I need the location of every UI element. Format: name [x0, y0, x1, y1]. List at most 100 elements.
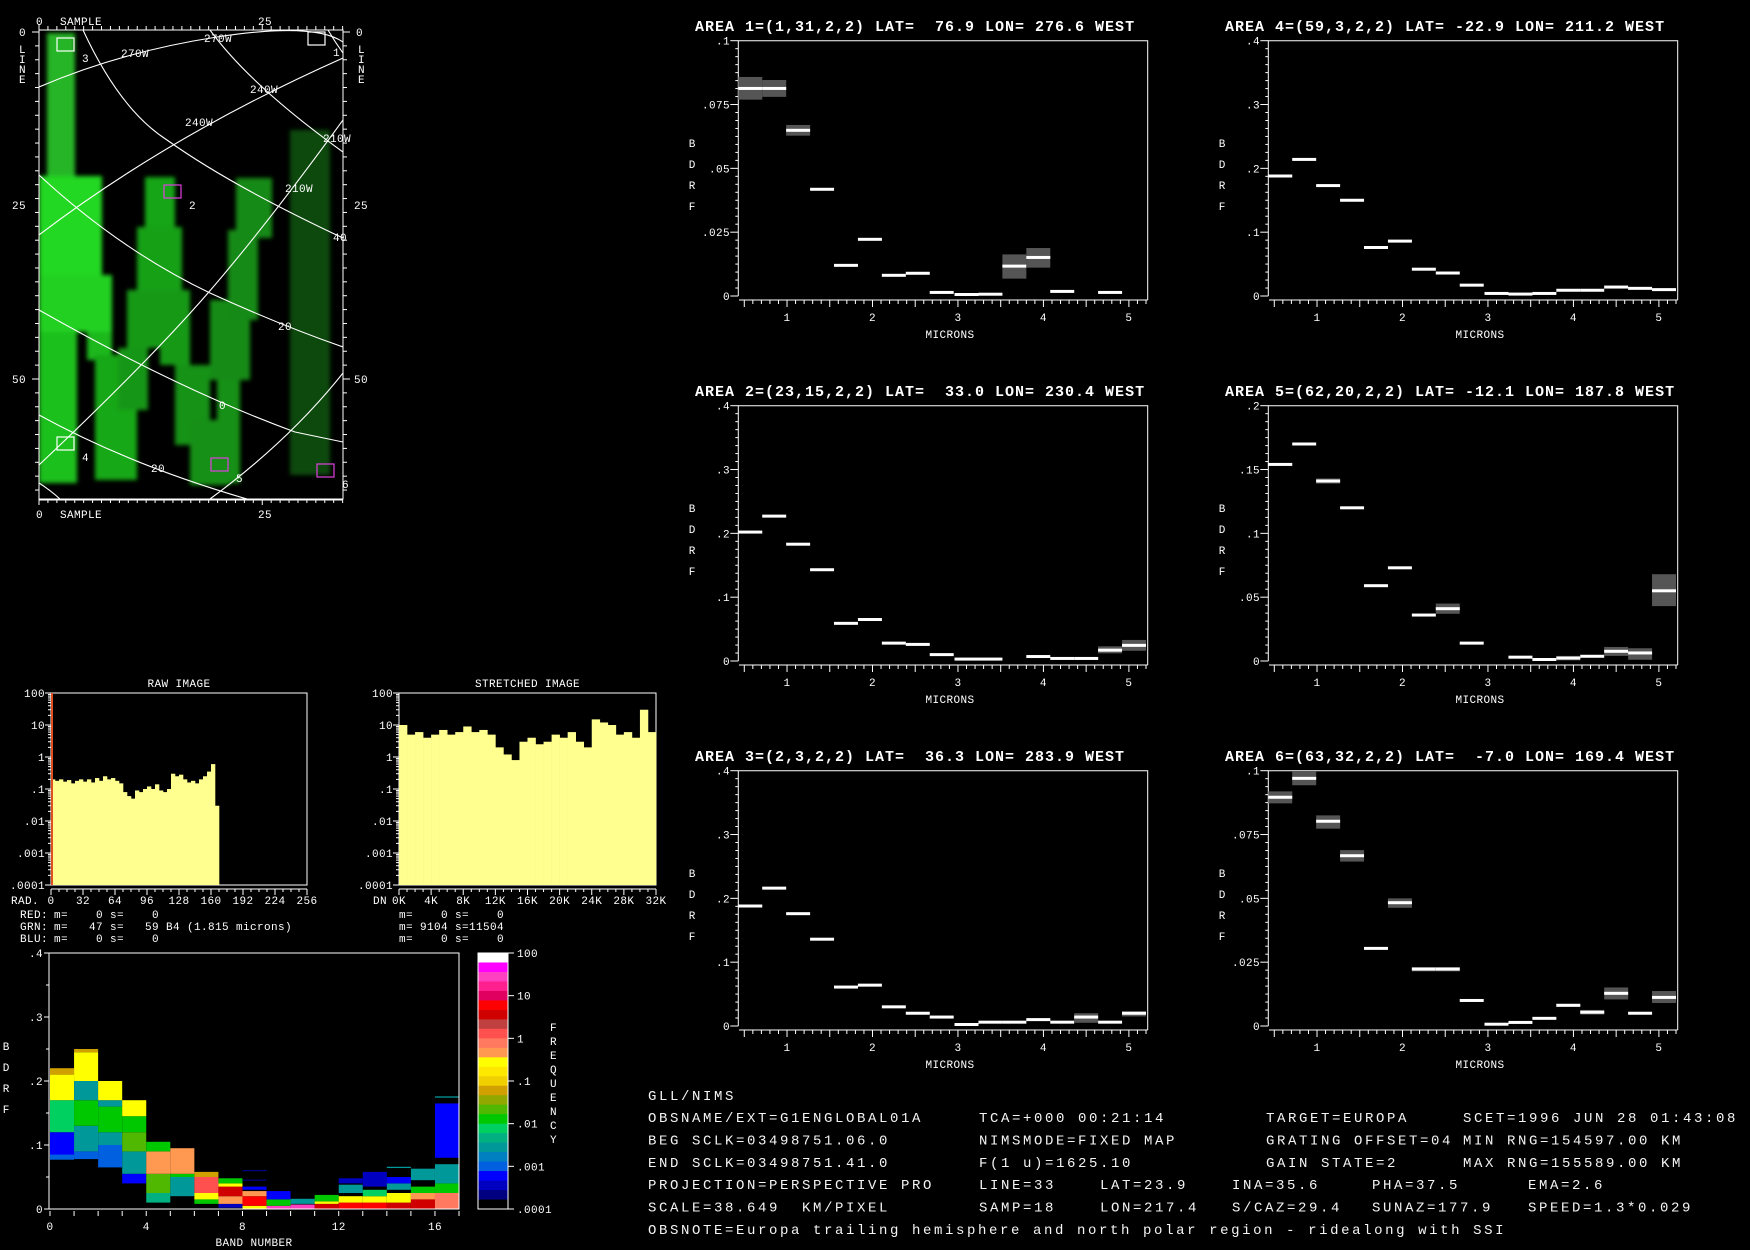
frequency-cell: [74, 1125, 99, 1152]
bdrf-value-bar: [1459, 283, 1484, 287]
grid-label: 270W: [204, 34, 232, 46]
y-tick-label: .1: [716, 37, 730, 49]
frequency-cell: [50, 1100, 75, 1133]
bdrf-value-bar: [1340, 506, 1365, 510]
y-tick-label: 0: [1253, 657, 1260, 669]
band-column-12: [338, 1178, 363, 1209]
bdrf-value-bar: [1556, 1003, 1581, 1007]
frequency-cell: [290, 1204, 315, 1209]
bdrf-value-bar: [1652, 995, 1677, 999]
geometry-field: PROJECTION=PERSPECTIVE PRO: [648, 1178, 934, 1194]
histogram-bar: [567, 732, 576, 885]
bdrf-value-bar: [1363, 946, 1388, 950]
bdrf-value-bar: [881, 641, 906, 645]
map-image: [39, 33, 330, 485]
y-tick-label: .1: [1246, 228, 1260, 240]
histogram-bar: [639, 709, 649, 885]
frequency-cell: [122, 1132, 147, 1152]
colorbar-swatch: [478, 1161, 508, 1172]
bdrf-value-bar: [978, 292, 1003, 296]
bdrf-value-bar: [762, 886, 787, 890]
map-top-tick-0: 0: [36, 17, 43, 29]
x-tick-label: 8: [239, 1222, 246, 1234]
colorbar-label-letter: C: [550, 1121, 557, 1133]
x-tick-label: 4: [1570, 1043, 1577, 1055]
histogram-bar: [91, 782, 96, 885]
y-tick-label: .1: [716, 593, 730, 605]
bdrf-value-bar: [1556, 656, 1581, 660]
frequency-cell: [98, 1100, 123, 1107]
band-column-5: [170, 1148, 195, 1197]
y-tick-label: 1: [386, 753, 393, 765]
spectrum-panel-area-5: AREA 5=(62,20,2,2) LAT= -12.1 LON= 187.8…: [1225, 384, 1679, 707]
spectrum-y-axis-label: BDRF: [686, 869, 698, 953]
info-field: BEG SCLK=03498751.06.0: [648, 1134, 890, 1150]
histogram-bar: [439, 729, 448, 885]
band-column-11: [314, 1194, 339, 1209]
x-tick-label: 1: [784, 678, 791, 690]
info-field: TCA=+000 00:21:14: [979, 1111, 1166, 1127]
area-box-label: 3: [82, 54, 89, 66]
x-axis-label: BAND NUMBER: [215, 1238, 292, 1250]
frequency-cell: [74, 1081, 99, 1101]
frequency-cell: [410, 1168, 435, 1181]
frequency-cell: [410, 1193, 435, 1200]
x-tick-label: 3: [1484, 313, 1491, 325]
frequency-cell: [146, 1151, 171, 1174]
projected-image-map[interactable]: 270W 270W 240W 240W 210W 210W 40 20 0 20…: [12, 17, 368, 522]
y-tick-label: .1: [1246, 529, 1260, 541]
frequency-cell: [50, 1068, 75, 1075]
bdrf-value-bar: [1628, 286, 1653, 290]
channel-label: GRN:: [20, 922, 48, 934]
x-axis-label: MICRONS: [925, 1060, 974, 1072]
histogram-bar: [487, 734, 496, 885]
histogram-bar: [195, 783, 200, 885]
geometry-field: SCALE=38.649 KM/PIXEL: [648, 1201, 890, 1217]
bdrf-value-bar: [1292, 442, 1317, 446]
histogram-bar: [55, 780, 60, 885]
channel-stats: m= 9104 s=11504: [399, 922, 504, 934]
x-tick-label: 1: [1314, 678, 1321, 690]
histogram-bar: [115, 780, 120, 885]
info-field: MAX RNG=155589.00 KM: [1463, 1156, 1683, 1172]
info-field: GRATING OFFSET=04: [1266, 1134, 1453, 1150]
bdrf-value-bar: [786, 128, 811, 132]
x-tick-label: 12K: [485, 896, 506, 908]
x-tick-label: 2: [869, 1043, 876, 1055]
histogram-bar: [415, 732, 424, 885]
bdrf-value-bar: [833, 263, 858, 267]
bdrf-value-bar: [1316, 184, 1341, 188]
bdrf-value-bar: [1652, 288, 1677, 292]
spectrum-panel-area-6: AREA 6=(63,32,2,2) LAT= -7.0 LON= 169.4 …: [1225, 749, 1679, 1072]
x-tick-label: 3: [954, 678, 961, 690]
frequency-cell: [242, 1191, 267, 1197]
x-tick-label: 192: [232, 896, 253, 908]
x-axis-label: MICRONS: [925, 330, 974, 342]
histogram-bar: [135, 790, 140, 885]
geometry-field: SAMP=18: [979, 1201, 1056, 1217]
y-tick-label: .05: [709, 164, 730, 176]
histogram-bar: [543, 741, 552, 885]
y-tick-label: .4: [1246, 37, 1260, 49]
x-tick-label: 1: [784, 1043, 791, 1055]
bdrf-value-bar: [1508, 1020, 1533, 1024]
frequency-cell: [386, 1193, 411, 1203]
x-axis-label: MICRONS: [1455, 695, 1504, 707]
y-tick-label: 0: [723, 1022, 730, 1034]
colorbar-swatch: [478, 1190, 508, 1201]
geometry-field: LON=217.4: [1100, 1201, 1199, 1217]
bdrf-value-bar: [929, 1015, 954, 1019]
colorbar-swatch: [478, 981, 508, 992]
bdrf-value-bar: [833, 985, 858, 989]
y-tick-label: .15: [1239, 466, 1260, 478]
histogram-bar: [123, 792, 128, 885]
bdrf-value-bar: [786, 542, 811, 546]
channel-label: RED:: [20, 910, 48, 922]
frequency-cell: [218, 1196, 243, 1204]
frequency-cell: [362, 1196, 387, 1203]
bdrf-value-bar: [1098, 1020, 1123, 1024]
frequency-cell: [434, 1103, 460, 1158]
area-box-label: 4: [82, 453, 89, 465]
histogram-bar: [203, 776, 208, 885]
x-tick-label: 5: [1125, 313, 1132, 325]
